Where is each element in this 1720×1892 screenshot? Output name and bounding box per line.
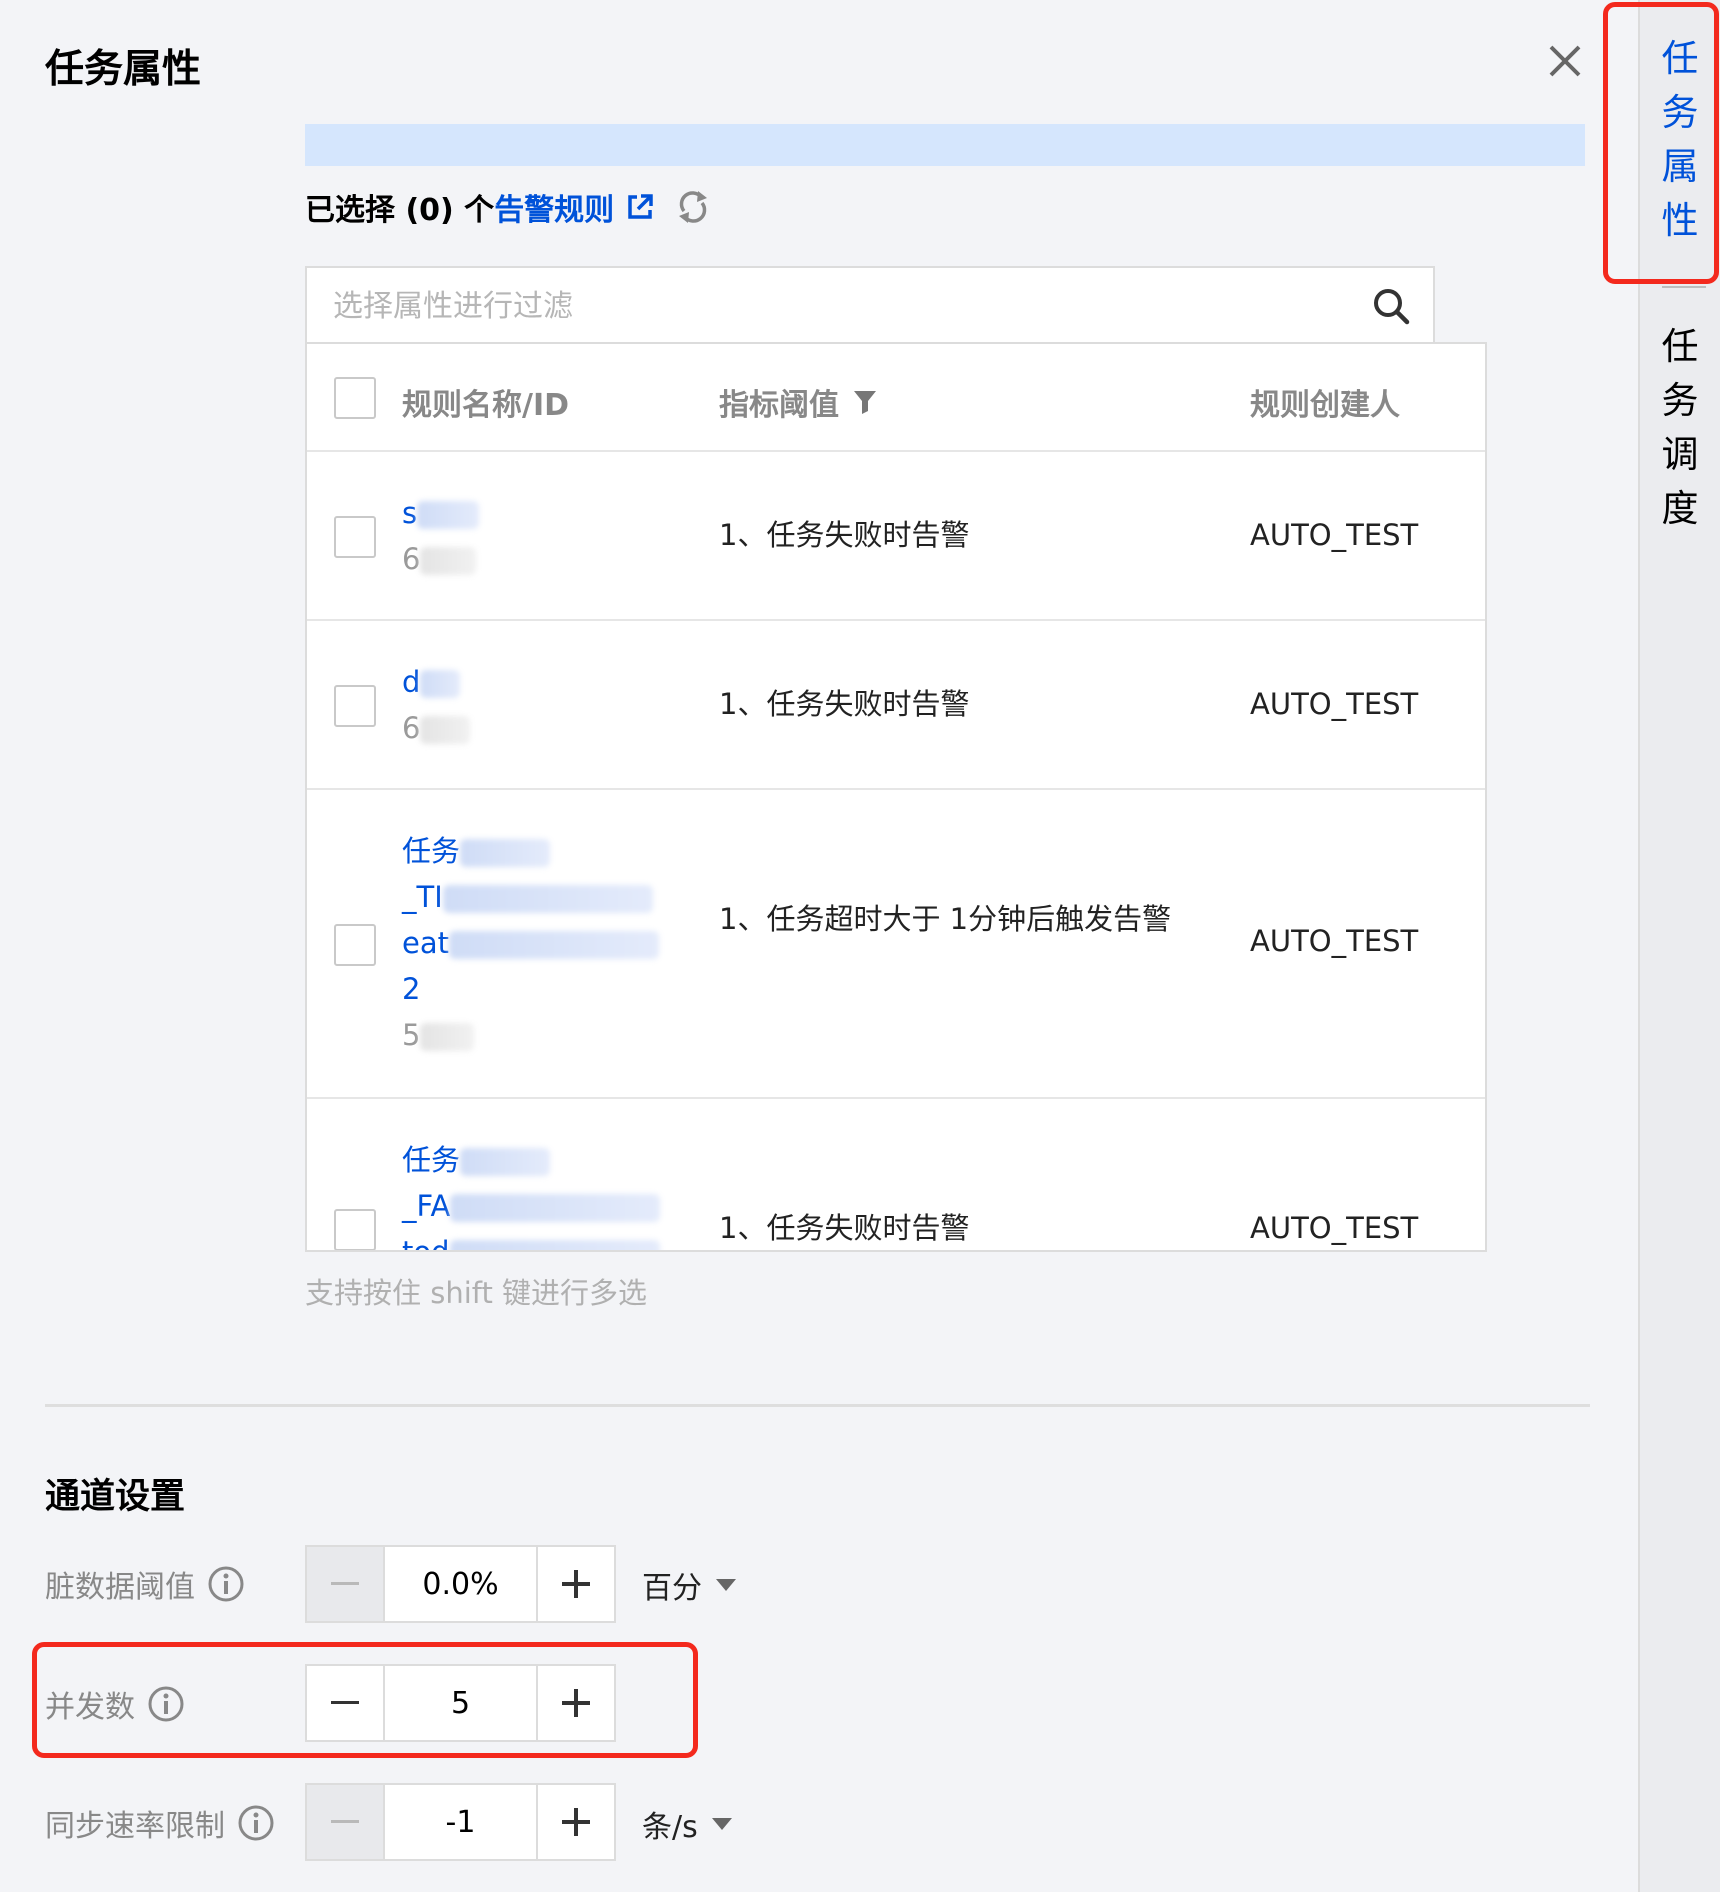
plus-icon — [562, 1570, 590, 1598]
rule-name-line: _TI — [402, 874, 659, 920]
panel-title: 任务属性 — [45, 47, 202, 92]
close-button[interactable] — [1542, 38, 1588, 84]
info-icon[interactable] — [237, 1804, 275, 1842]
close-icon — [1549, 45, 1581, 77]
search-icon[interactable] — [1371, 286, 1411, 330]
row-checkbox[interactable] — [334, 924, 376, 966]
column-creator: 规则创建人 — [1250, 388, 1400, 423]
filter-input[interactable] — [333, 282, 1333, 330]
alert-rules-table: 规则名称/ID 指标阈值 规则创建人 s 6 1、任务失败时告警 AUTO_TE… — [305, 342, 1487, 1252]
highlight-concurrency — [32, 1642, 698, 1758]
rule-name-link[interactable]: 任务 — [402, 828, 659, 874]
table-row[interactable]: 任务 _FA tod 1、任务失败时告警 AUTO_TEST — [307, 1099, 1485, 1250]
info-bar — [305, 124, 1585, 166]
tab-char: 务 — [1661, 379, 1699, 422]
plus-icon — [562, 1808, 590, 1836]
dirty-threshold-value[interactable]: 0.0% — [385, 1547, 536, 1621]
chevron-down-icon — [711, 1818, 732, 1830]
chevron-down-icon — [716, 1579, 736, 1591]
rule-name-line: tod — [402, 1229, 660, 1250]
unit-label: 百分 — [642, 1571, 702, 1606]
rule-id: 6 — [402, 705, 471, 751]
alert-rules-link[interactable]: 告警规则 — [494, 185, 614, 229]
dirty-threshold-label: 脏数据阈值 — [45, 1562, 245, 1606]
rule-name-link[interactable]: d — [402, 659, 470, 705]
creator-cell: AUTO_TEST — [1250, 518, 1419, 552]
creator-cell: AUTO_TEST — [1250, 1211, 1419, 1245]
row-checkbox[interactable] — [334, 516, 376, 558]
sync-rate-label-text: 同步速率限制 — [45, 1809, 225, 1844]
threshold-cell: 1、任务失败时告警 — [719, 518, 970, 552]
tab-char: 调 — [1661, 433, 1699, 476]
rule-name-link[interactable]: s — [402, 490, 480, 536]
rule-name-line: 2 — [402, 972, 421, 1006]
sync-rate-value[interactable]: -1 — [385, 1785, 536, 1859]
creator-cell: AUTO_TEST — [1250, 687, 1419, 721]
threshold-cell: 1、任务失败时告警 — [719, 1211, 970, 1245]
rule-id: 6 — [402, 536, 479, 582]
threshold-cell: 1、任务超时大于 1分钟后触发告警 — [719, 902, 1172, 936]
dirty-threshold-unit-select[interactable]: 百分 — [642, 1563, 736, 1607]
selected-count-text: 已选择 (0) 个 — [305, 193, 495, 228]
rule-name-cell: 任务 _TI eat 2 5 — [402, 828, 659, 1058]
column-threshold: 指标阈值 — [719, 380, 877, 424]
tab-task-scheduling[interactable]: 任 务 调 度 — [1640, 320, 1720, 536]
column-threshold-label: 指标阈值 — [719, 388, 839, 423]
rule-name-cell: 任务 _FA tod — [402, 1137, 661, 1250]
decrement-button[interactable] — [307, 1785, 385, 1859]
rule-name-cell: s 6 — [402, 490, 480, 582]
table-header: 规则名称/ID 指标阈值 规则创建人 — [307, 344, 1485, 452]
rule-name-line: eat — [402, 920, 659, 966]
table-row[interactable]: s 6 1、任务失败时告警 AUTO_TEST — [307, 452, 1485, 621]
external-link-icon[interactable] — [626, 193, 654, 221]
section-divider — [45, 1404, 1590, 1407]
refresh-icon[interactable] — [676, 189, 710, 225]
select-all-checkbox[interactable] — [334, 377, 376, 419]
sync-rate-label: 同步速率限制 — [45, 1801, 275, 1845]
column-rule-name: 规则名称/ID — [402, 388, 570, 423]
info-icon[interactable] — [207, 1565, 245, 1603]
tab-char: 度 — [1661, 487, 1699, 530]
increment-button[interactable] — [536, 1547, 614, 1621]
row-checkbox[interactable] — [334, 685, 376, 727]
threshold-cell: 1、任务失败时告警 — [719, 687, 970, 721]
increment-button[interactable] — [536, 1785, 614, 1859]
sync-rate-unit-select[interactable]: 条/s — [642, 1802, 732, 1846]
rule-name-cell: d 6 — [402, 659, 471, 751]
unit-label: 条/s — [642, 1810, 698, 1845]
filter-box — [305, 266, 1435, 344]
table-row[interactable]: d 6 1、任务失败时告警 AUTO_TEST — [307, 621, 1485, 790]
tab-char: 任 — [1661, 325, 1699, 368]
minus-icon — [331, 1582, 359, 1585]
table-row[interactable]: 任务 _TI eat 2 5 1、任务超时大于 1分钟后触发告警 AUTO_TE… — [307, 790, 1485, 1099]
rule-name-link[interactable]: 任务 — [402, 1137, 660, 1183]
decrement-button[interactable] — [307, 1547, 385, 1621]
highlight-side-tab — [1603, 2, 1719, 284]
minus-icon — [331, 1820, 359, 1823]
row-checkbox[interactable] — [334, 1209, 376, 1250]
rule-id: 5 — [402, 1012, 659, 1058]
selected-rules-summary: 已选择 (0) 个 告警规则 — [305, 185, 710, 229]
filter-icon[interactable] — [853, 389, 877, 415]
tab-separator — [1662, 286, 1706, 288]
dirty-threshold-stepper: 0.0% — [305, 1545, 616, 1623]
creator-cell: AUTO_TEST — [1250, 924, 1419, 958]
section-title: 通道设置 — [45, 1477, 186, 1517]
sync-rate-stepper: -1 — [305, 1783, 616, 1861]
dirty-threshold-label-text: 脏数据阈值 — [45, 1570, 195, 1605]
rule-name-line: _FA — [402, 1183, 661, 1229]
multi-select-hint: 支持按住 shift 键进行多选 — [305, 1276, 648, 1310]
